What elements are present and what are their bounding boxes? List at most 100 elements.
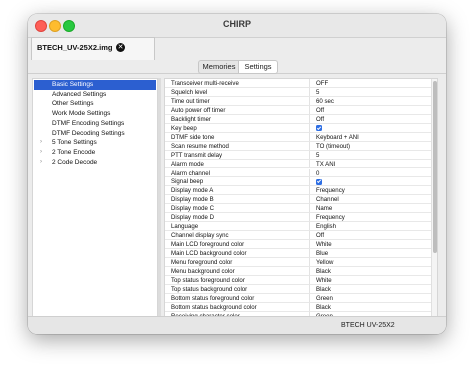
setting-value[interactable]: OFF	[310, 79, 431, 88]
setting-value[interactable]: Green	[310, 294, 431, 303]
file-tab[interactable]: BTECH_UV-25X2.img ✕	[31, 37, 155, 60]
setting-value[interactable]: 5	[310, 151, 431, 160]
tree-item[interactable]: Basic Settings	[34, 80, 156, 90]
setting-row[interactable]: Scan resume method TO (timeout)	[165, 141, 431, 151]
setting-checkbox[interactable]	[310, 124, 431, 133]
setting-row[interactable]: Language English	[165, 222, 431, 232]
setting-row[interactable]: Top status foreground color White	[165, 275, 431, 285]
setting-row[interactable]: Channel display sync Off	[165, 231, 431, 241]
checkbox-checked-icon[interactable]	[316, 178, 322, 185]
setting-row[interactable]: Auto power off timer Off	[165, 105, 431, 115]
setting-name: Scan resume method	[165, 141, 310, 151]
expander-icon[interactable]: ›	[40, 138, 42, 148]
setting-row[interactable]: Menu background color Black	[165, 266, 431, 276]
tree-item-label: 2 Code Decode	[52, 158, 98, 166]
setting-value[interactable]: Black	[310, 285, 431, 294]
setting-name: Display mode D	[165, 213, 310, 223]
tree-item-label: Work Mode Settings	[52, 110, 111, 118]
setting-name: Transceiver multi-receive	[165, 79, 310, 88]
setting-value[interactable]: English	[310, 222, 431, 232]
setting-value[interactable]: TO (timeout)	[310, 142, 431, 151]
setting-row[interactable]: Display mode A Frequency	[165, 186, 431, 196]
setting-value[interactable]: Off	[310, 231, 431, 241]
setting-value[interactable]: White	[310, 276, 431, 285]
setting-row[interactable]: Squelch level 5	[165, 87, 431, 97]
expander-icon[interactable]: ›	[40, 148, 42, 158]
tree-item[interactable]: DTMF Decoding Settings	[34, 129, 156, 139]
setting-row[interactable]: Alarm channel 0	[165, 168, 431, 178]
setting-value[interactable]: Frequency	[310, 213, 431, 223]
setting-value[interactable]: Frequency	[310, 186, 431, 196]
setting-row[interactable]: Display mode D Frequency	[165, 213, 431, 223]
setting-row[interactable]: Display mode C Name	[165, 204, 431, 214]
setting-row[interactable]: Main LCD background color Blue	[165, 249, 431, 258]
setting-row[interactable]: Menu foreground color Yellow	[165, 258, 431, 267]
setting-row[interactable]: Bottom status foreground color Green	[165, 293, 431, 303]
setting-checkbox[interactable]	[310, 177, 431, 187]
setting-name: Top status foreground color	[165, 275, 310, 285]
setting-name: Bottom status foreground color	[165, 293, 310, 303]
settings-scrollbar-thumb[interactable]	[433, 81, 437, 253]
tree-item[interactable]: Work Mode Settings	[34, 109, 156, 119]
setting-value[interactable]: Yellow	[310, 258, 431, 267]
setting-name: Auto power off timer	[165, 105, 310, 115]
setting-name: Alarm channel	[165, 168, 310, 178]
setting-row[interactable]: Display mode B Channel	[165, 195, 431, 205]
setting-row[interactable]: Bottom status background color Black	[165, 302, 431, 312]
setting-value[interactable]: TX ANI	[310, 160, 431, 169]
setting-value[interactable]: White	[310, 240, 431, 250]
setting-name: Signal beep	[165, 177, 310, 187]
file-tab-label: BTECH_UV-25X2.img	[37, 43, 113, 52]
setting-row[interactable]: Time out timer 60 sec	[165, 96, 431, 106]
setting-row[interactable]: Top status background color Black	[165, 284, 431, 294]
setting-value[interactable]: Black	[310, 267, 431, 276]
setting-name: Backlight timer	[165, 114, 310, 124]
setting-value[interactable]: Off	[310, 115, 431, 124]
status-radio-model: BTECH UV-25X2	[341, 322, 395, 329]
setting-value[interactable]: 5	[310, 88, 431, 97]
tree-item-label: Advanced Settings	[52, 90, 107, 98]
setting-name: DTMF side tone	[165, 132, 310, 142]
setting-value[interactable]: 0	[310, 169, 431, 178]
close-tab-icon[interactable]: ✕	[116, 43, 125, 52]
setting-value[interactable]: Channel	[310, 195, 431, 205]
settings-scrollbar[interactable]	[431, 79, 437, 317]
expander-icon[interactable]: ›	[40, 158, 42, 168]
tree-item[interactable]: › 2 Tone Encode	[34, 148, 156, 158]
tree-item-label: DTMF Encoding Settings	[52, 119, 125, 127]
tree-item-label: 5 Tone Settings	[52, 139, 97, 147]
settings-group-tree: Basic Settings Advanced Settings Other Set…	[32, 78, 158, 318]
tree-item[interactable]: DTMF Encoding Settings	[34, 119, 156, 129]
setting-row[interactable]: Transceiver multi-receive OFF	[165, 79, 431, 88]
setting-row[interactable]: Main LCD foreground color White	[165, 240, 431, 250]
settings-grid: Transceiver multi-receive OFF Squelch leve…	[164, 78, 438, 318]
setting-row[interactable]: DTMF side tone Keyboard + ANI	[165, 132, 431, 142]
setting-value[interactable]: Off	[310, 106, 431, 115]
view-tabs-bar: Memories Settings	[28, 59, 446, 74]
setting-row[interactable]: Key beep	[165, 123, 431, 133]
setting-name: Time out timer	[165, 96, 310, 106]
setting-name: Language	[165, 222, 310, 232]
setting-value[interactable]: 60 sec	[310, 97, 431, 106]
tree-item[interactable]: › 2 Code Decode	[34, 158, 156, 168]
setting-row[interactable]: Backlight timer Off	[165, 114, 431, 124]
setting-name: Display mode C	[165, 204, 310, 214]
pane-splitter[interactable]	[158, 78, 161, 316]
status-bar: BTECH UV-25X2	[28, 316, 446, 334]
checkbox-checked-icon[interactable]	[316, 125, 322, 132]
setting-name: Display mode B	[165, 195, 310, 205]
setting-row[interactable]: Alarm mode TX ANI	[165, 159, 431, 169]
setting-value[interactable]: Black	[310, 303, 431, 312]
tab-memories[interactable]: Memories	[198, 60, 240, 74]
tree-item[interactable]: Other Settings	[34, 99, 156, 109]
setting-value[interactable]: Keyboard + ANI	[310, 133, 431, 142]
setting-name: Main LCD background color	[165, 249, 310, 258]
setting-value[interactable]: Blue	[310, 249, 431, 258]
setting-row[interactable]: Signal beep	[165, 177, 431, 187]
window-title: CHIRP	[222, 19, 251, 29]
tab-settings[interactable]: Settings	[238, 60, 278, 74]
tree-item[interactable]: › 5 Tone Settings	[34, 138, 156, 148]
tree-item[interactable]: Advanced Settings	[34, 90, 156, 100]
setting-row[interactable]: PTT transmit delay 5	[165, 150, 431, 160]
setting-value[interactable]: Name	[310, 204, 431, 214]
